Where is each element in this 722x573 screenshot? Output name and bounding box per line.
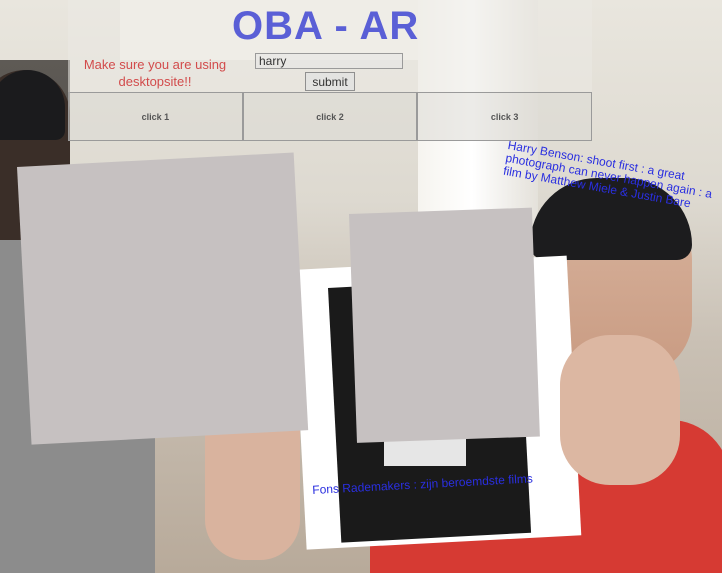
ar-panel-right[interactable] — [349, 207, 540, 443]
tab-click-1[interactable]: click 1 — [68, 92, 243, 141]
page-title: OBA - AR — [232, 4, 420, 48]
ar-panel-left[interactable] — [17, 152, 309, 445]
tab-bar: click 1 click 2 click 3 — [68, 92, 593, 141]
desktop-hint: Make sure you are using desktopsite!! — [83, 57, 227, 89]
tab-click-3[interactable]: click 3 — [417, 92, 593, 141]
tab-click-2[interactable]: click 2 — [242, 92, 418, 141]
hand-right — [560, 335, 680, 485]
search-input[interactable] — [255, 53, 403, 69]
submit-button[interactable]: submit — [305, 72, 355, 91]
